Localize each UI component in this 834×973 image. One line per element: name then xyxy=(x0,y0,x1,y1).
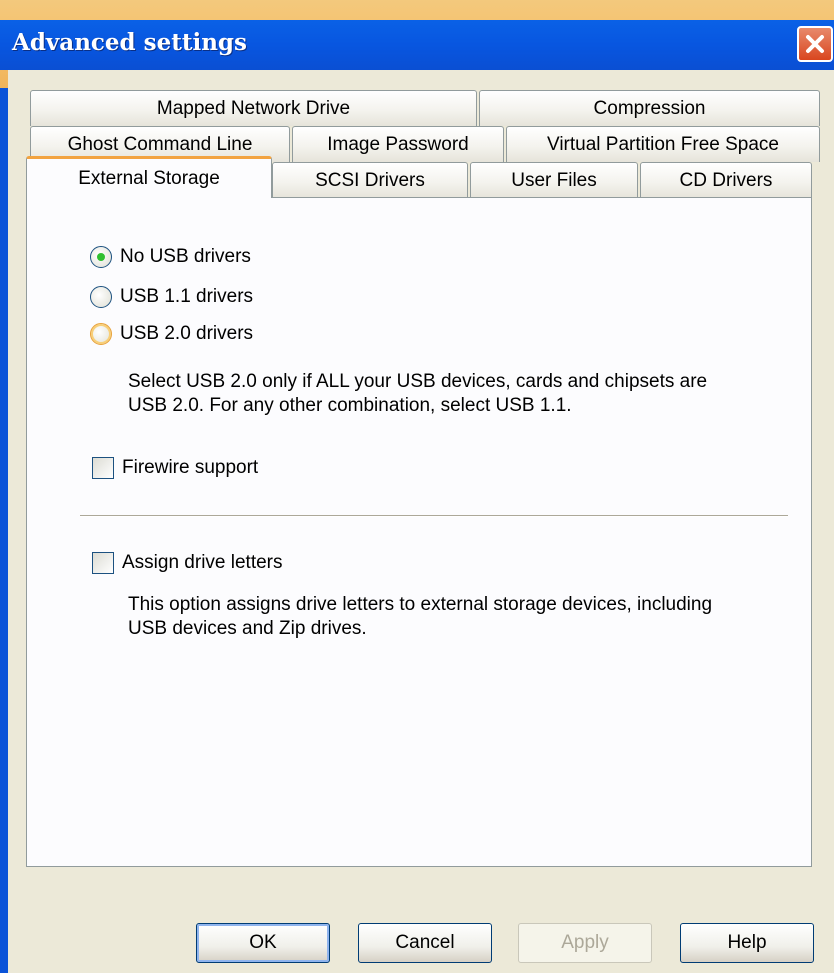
tab-label: Virtual Partition Free Space xyxy=(547,133,779,155)
radio-label: No USB drivers xyxy=(120,246,251,267)
tab-label: Mapped Network Drive xyxy=(156,97,351,119)
tab-label: Ghost Command Line xyxy=(67,133,253,155)
tab-scsi-drivers[interactable]: SCSI Drivers xyxy=(272,162,468,198)
tab-label: CD Drivers xyxy=(679,169,773,191)
drive-letters-note: This option assigns drive letters to ext… xyxy=(128,593,712,641)
help-button[interactable]: Help xyxy=(680,923,814,963)
tab-label: SCSI Drivers xyxy=(315,169,425,191)
checkbox-label: Firewire support xyxy=(122,457,259,478)
tab-mapped-network-drive[interactable]: Mapped Network Drive xyxy=(30,90,477,126)
radio-label: USB 1.1 drivers xyxy=(120,286,254,307)
tab-cd-drivers[interactable]: CD Drivers xyxy=(640,162,812,198)
tab-external-storage[interactable]: External Storage xyxy=(26,156,272,198)
checkbox-label: Assign drive letters xyxy=(122,552,283,573)
radio-button-hover[interactable] xyxy=(90,323,112,345)
tab-image-password[interactable]: Image Password xyxy=(292,126,504,162)
usb-note: Select USB 2.0 only if ALL your USB devi… xyxy=(128,370,707,418)
radio-usb-2-0-drivers[interactable]: USB 2.0 drivers xyxy=(90,323,253,345)
cancel-button[interactable]: Cancel xyxy=(358,923,492,963)
assign-drive-letters-checkbox[interactable]: Assign drive letters xyxy=(92,552,283,574)
window-title: Advanced settings xyxy=(12,29,247,56)
checkbox[interactable] xyxy=(92,457,114,479)
tab-compression[interactable]: Compression xyxy=(479,90,820,126)
checkbox[interactable] xyxy=(92,552,114,574)
apply-button[interactable]: Apply xyxy=(518,923,652,963)
separator xyxy=(80,515,788,517)
radio-button-selected[interactable] xyxy=(90,246,112,268)
drive-letters-note-line: USB devices and Zip drives. xyxy=(128,618,367,639)
radio-button[interactable] xyxy=(90,286,112,308)
tab-label: User Files xyxy=(511,169,597,191)
radio-label: USB 2.0 drivers xyxy=(120,323,254,344)
tab-label: Image Password xyxy=(327,133,469,155)
usb-note-line: USB 2.0. For any other combination, sele… xyxy=(128,395,572,416)
usb-note-line: Select USB 2.0 only if ALL your USB devi… xyxy=(128,371,708,392)
radio-usb-1-1-drivers[interactable]: USB 1.1 drivers xyxy=(90,286,253,308)
advanced-settings-window: Advanced settings Mapped Network Drive C… xyxy=(0,0,834,973)
close-button[interactable] xyxy=(797,26,833,62)
firewire-support-checkbox[interactable]: Firewire support xyxy=(92,457,258,479)
ok-button[interactable]: OK xyxy=(196,923,330,963)
close-icon xyxy=(806,35,824,53)
drive-letters-note-line: This option assigns drive letters to ext… xyxy=(128,594,713,615)
tab-user-files[interactable]: User Files xyxy=(470,162,638,198)
tab-label: Compression xyxy=(593,97,706,119)
tab-virtual-partition-free-space[interactable]: Virtual Partition Free Space xyxy=(506,126,820,162)
radio-no-usb-drivers[interactable]: No USB drivers xyxy=(90,246,251,268)
tab-label: External Storage xyxy=(78,167,220,189)
